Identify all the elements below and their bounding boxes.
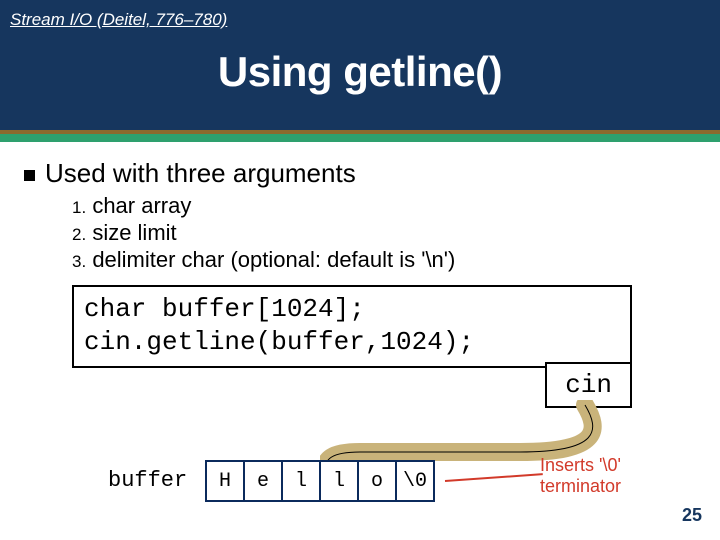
buffer-cell: l bbox=[321, 462, 359, 500]
buffer-cell: H bbox=[207, 462, 245, 500]
list-item: 1. char array bbox=[72, 193, 696, 220]
slide-content: Used with three arguments 1. char array … bbox=[24, 158, 696, 382]
buffer-cells: H e l l o \0 bbox=[205, 460, 435, 502]
topic-text: Stream I/O (Deitel, 776–780) bbox=[10, 10, 227, 30]
slide-header: Stream I/O (Deitel, 776–780) Using getli… bbox=[0, 0, 720, 130]
code-line: cin.getline(buffer,1024); bbox=[84, 326, 620, 359]
bullet-text: Used with three arguments bbox=[45, 158, 356, 188]
bullet-square-icon bbox=[24, 170, 35, 181]
code-example: char buffer[1024]; cin.getline(buffer,10… bbox=[72, 285, 632, 368]
list-item: 3. delimiter char (optional: default is … bbox=[72, 247, 696, 274]
callout-line: Inserts '\0' bbox=[540, 455, 660, 476]
callout-line: terminator bbox=[540, 476, 660, 497]
buffer-cell: l bbox=[283, 462, 321, 500]
buffer-cell: o bbox=[359, 462, 397, 500]
item-number: 1. bbox=[72, 198, 86, 217]
item-text: char array bbox=[92, 193, 191, 218]
item-number: 3. bbox=[72, 252, 86, 271]
page-number: 25 bbox=[682, 505, 702, 526]
code-line: char buffer[1024]; bbox=[84, 293, 620, 326]
cin-row: cin bbox=[0, 362, 720, 412]
buffer-label: buffer bbox=[108, 468, 187, 493]
item-text: size limit bbox=[92, 220, 176, 245]
buffer-cell: \0 bbox=[397, 462, 435, 500]
argument-list: 1. char array 2. size limit 3. delimiter… bbox=[72, 193, 696, 273]
main-bullet: Used with three arguments bbox=[24, 158, 696, 189]
callout-text: Inserts '\0' terminator bbox=[540, 455, 660, 496]
slide-title: Using getline() bbox=[0, 48, 720, 96]
item-text: delimiter char (optional: default is '\n… bbox=[92, 247, 455, 272]
buffer-cell: e bbox=[245, 462, 283, 500]
cin-box: cin bbox=[545, 362, 632, 408]
accent-bar bbox=[0, 130, 720, 142]
item-number: 2. bbox=[72, 225, 86, 244]
list-item: 2. size limit bbox=[72, 220, 696, 247]
